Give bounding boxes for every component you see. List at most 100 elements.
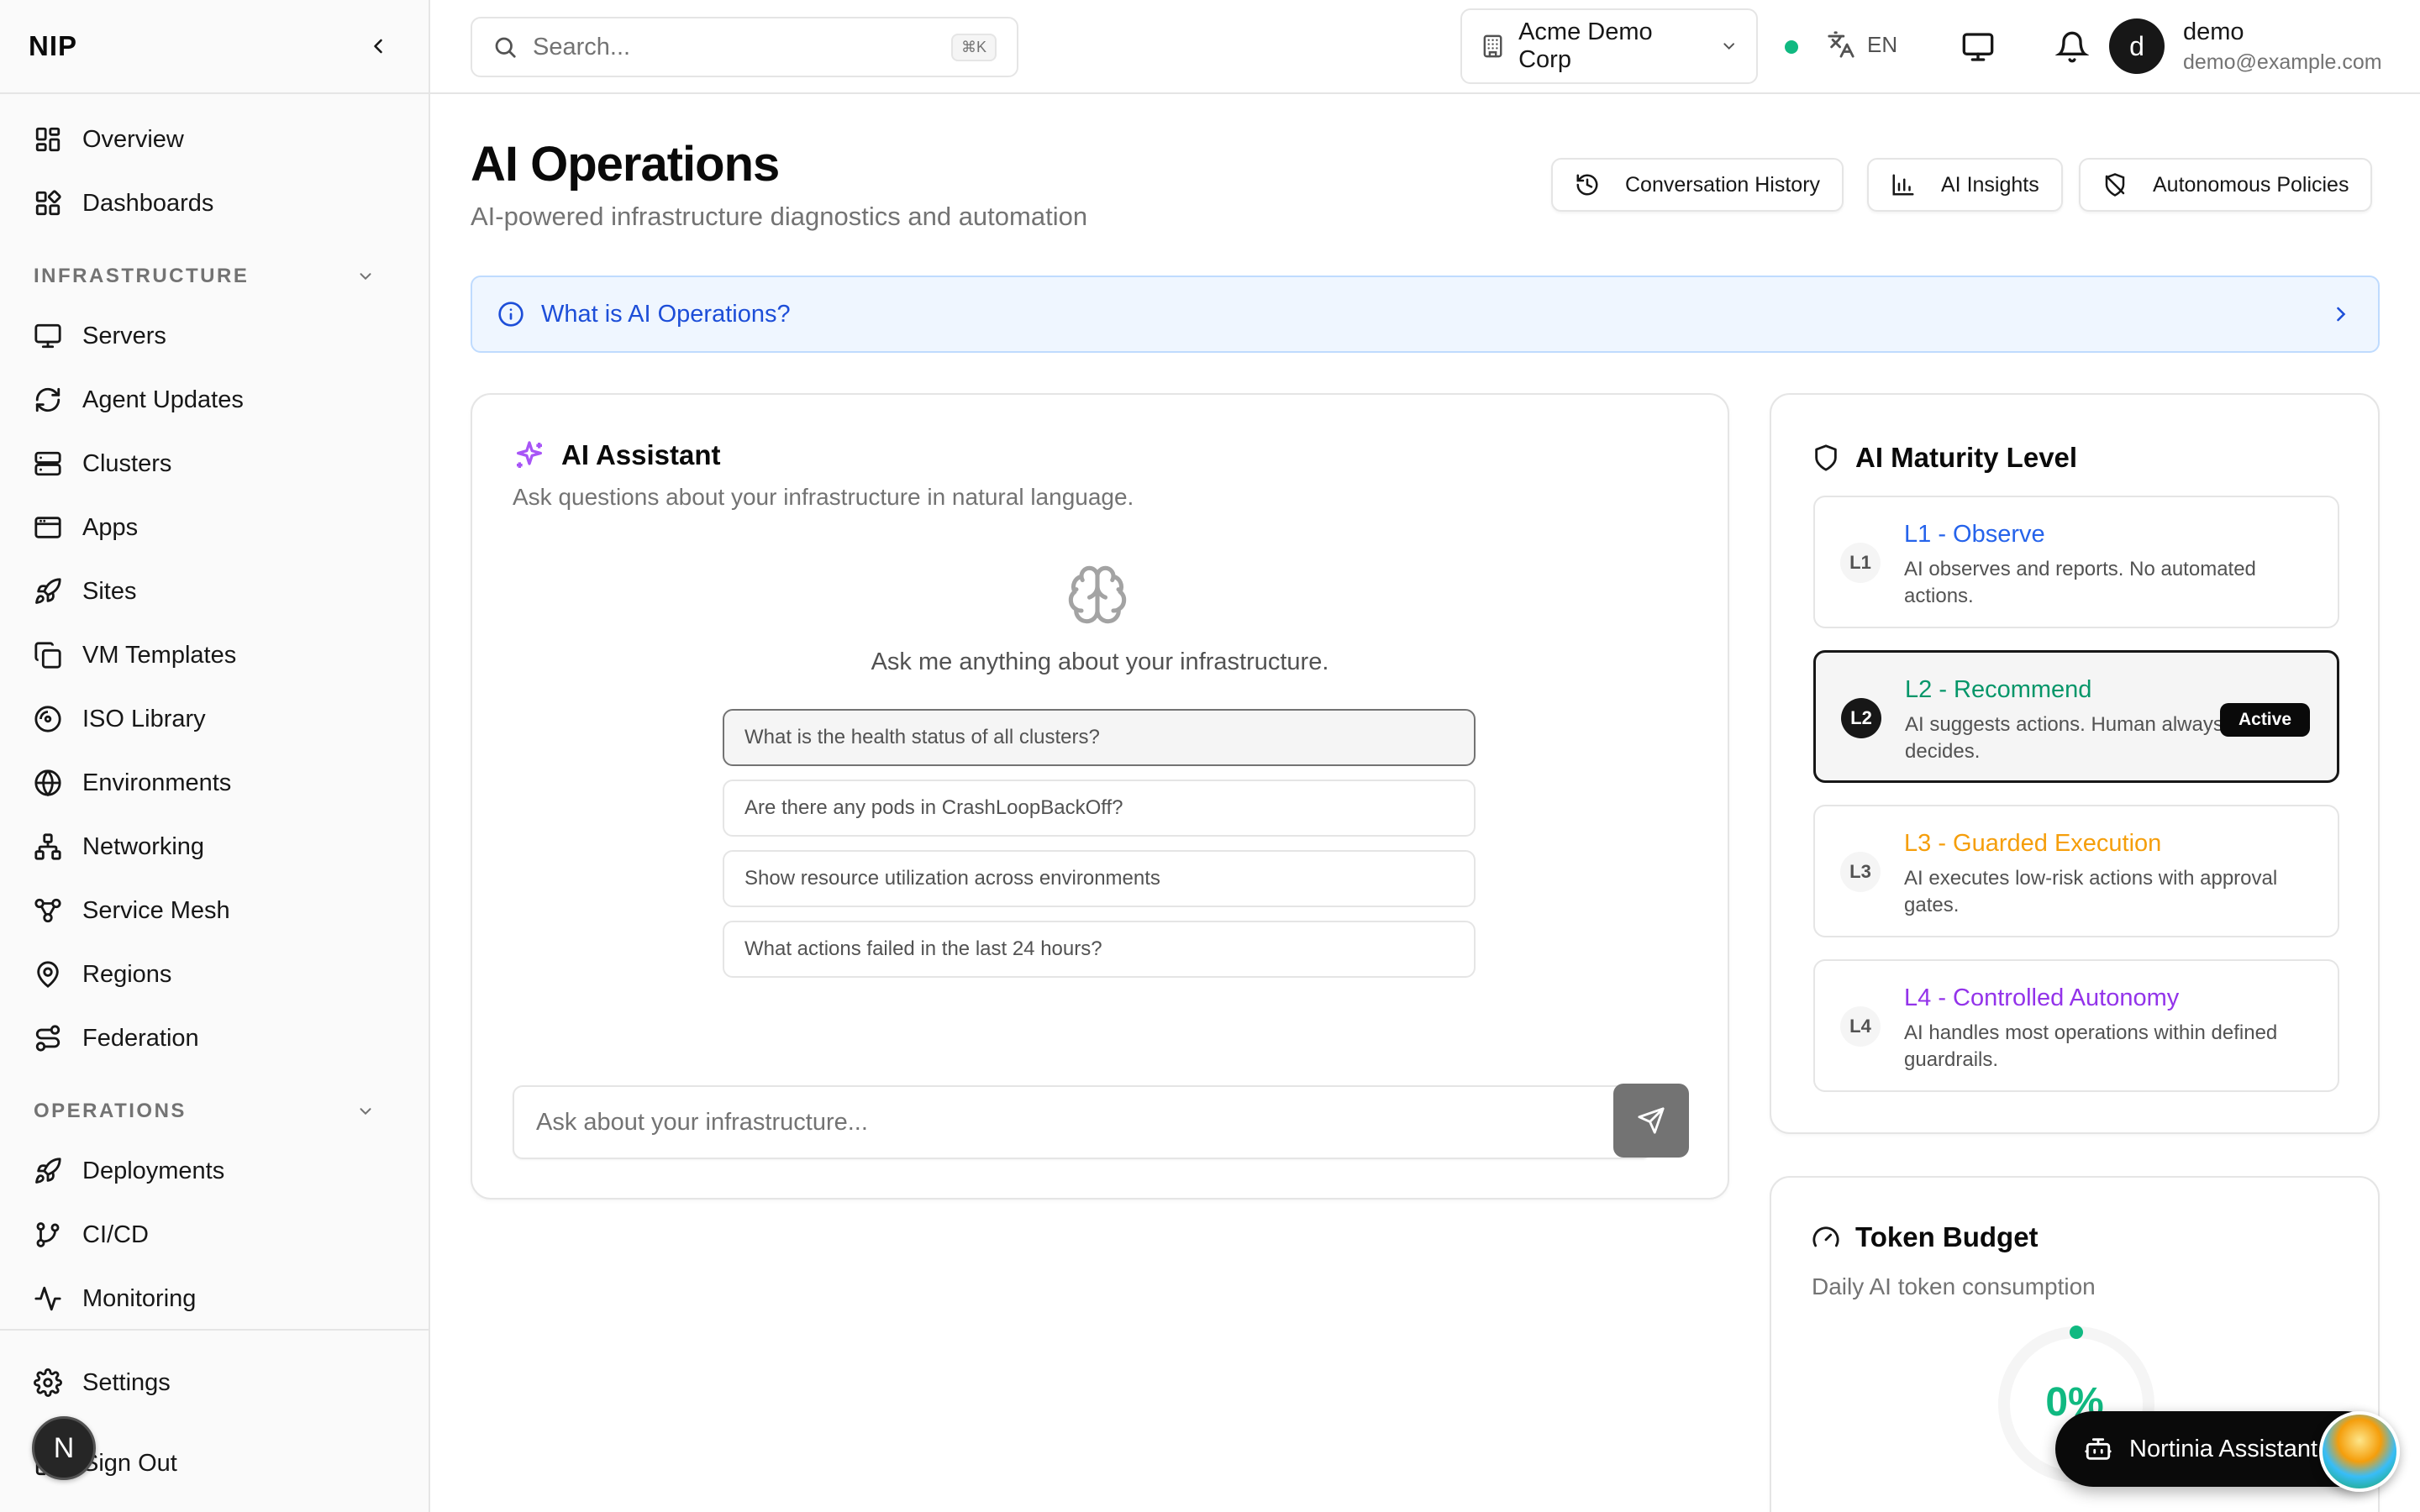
chat-input-placeholder: Ask about your infrastructure... xyxy=(536,1108,868,1136)
sidebar-item-overview[interactable]: Overview xyxy=(20,108,408,171)
ai-assistant-card: AI Assistant Ask questions about your in… xyxy=(471,393,1729,1200)
conversation-history-label: Conversation History xyxy=(1625,172,1821,197)
sidebar-item-cicd[interactable]: CI/CD xyxy=(20,1203,408,1267)
sidebar-item-dashboards[interactable]: Dashboards xyxy=(20,171,408,235)
monitor-theme-icon[interactable] xyxy=(1961,30,1995,64)
history-icon xyxy=(1576,174,1598,196)
user-name: demo xyxy=(2183,18,2244,45)
sidebar-item-vm-templates[interactable]: VM Templates xyxy=(20,623,408,687)
connection-status-dot xyxy=(1785,40,1798,54)
maturity-level-l1[interactable]: L1 L1 - Observe AI observes and reports.… xyxy=(1813,496,2339,628)
section-label: OPERATIONS xyxy=(34,1100,187,1122)
suggestion-button[interactable]: Are there any pods in CrashLoopBackOff? xyxy=(723,780,1476,837)
sidebar-item-label: Servers xyxy=(82,322,166,349)
send-icon xyxy=(1638,1107,1665,1134)
maturity-level-l2[interactable]: L2 L2 - Recommend AI suggests actions. H… xyxy=(1813,650,2339,783)
maturity-level-l3[interactable]: L3 L3 - Guarded Execution AI executes lo… xyxy=(1813,805,2339,937)
sidebar-item-apps[interactable]: Apps xyxy=(20,496,408,559)
sidebar-item-federation[interactable]: Federation xyxy=(20,1006,408,1070)
suggestion-button[interactable]: Show resource utilization across environ… xyxy=(723,850,1476,907)
languages-icon xyxy=(1828,31,1854,58)
level-description: AI executes low-risk actions with approv… xyxy=(1904,867,2278,916)
brain-icon xyxy=(1068,565,1127,624)
chevron-right-icon xyxy=(2337,307,2346,322)
user-avatar[interactable]: d xyxy=(2109,18,2165,74)
topbar: Search... ⌘K Acme Demo Corp EN d demo de… xyxy=(430,0,2420,94)
sidebar-header: NIP xyxy=(0,0,429,94)
empty-state-text: Ask me anything about your infrastructur… xyxy=(871,648,1329,675)
search-placeholder: Search... xyxy=(533,33,631,60)
sidebar-item-label: Monitoring xyxy=(82,1284,197,1312)
chat-input[interactable]: Ask about your infrastructure... xyxy=(513,1085,1652,1159)
map-pin-icon xyxy=(37,961,59,988)
suggestion-button[interactable]: What actions failed in the last 24 hours… xyxy=(723,921,1476,978)
level-badge: L1 xyxy=(1840,543,1881,583)
level-description: AI suggests actions. Human always decide… xyxy=(1905,713,2223,763)
sidebar-item-iso-library[interactable]: ISO Library xyxy=(20,687,408,751)
sidebar-item-label: ISO Library xyxy=(82,705,206,732)
ai-assistant-title: AI Assistant xyxy=(513,438,721,472)
page-subtitle: AI-powered infrastructure diagnostics an… xyxy=(471,202,1088,231)
ai-insights-button[interactable]: AI Insights xyxy=(1867,158,2063,212)
shield-icon xyxy=(1815,444,1837,471)
sidebar-item-networking[interactable]: Networking xyxy=(20,815,408,879)
conversation-history-button[interactable]: Conversation History xyxy=(1551,158,1844,212)
section-operations[interactable]: OPERATIONS xyxy=(20,1070,408,1139)
sidebar-item-servers[interactable]: Servers xyxy=(20,304,408,368)
assistant-avatar[interactable] xyxy=(2319,1411,2400,1492)
rocket-icon xyxy=(35,578,61,604)
sidebar-item-monitoring[interactable]: Monitoring xyxy=(20,1267,408,1331)
monitor-icon xyxy=(34,323,61,349)
org-selector[interactable]: Acme Demo Corp xyxy=(1460,8,1758,84)
gauge-icon xyxy=(1812,1226,1839,1247)
section-infrastructure[interactable]: INFRASTRUCTURE xyxy=(20,235,408,304)
brand-logo: NIP xyxy=(29,30,78,61)
bar-chart-icon xyxy=(1892,174,1914,196)
sidebar-item-label: Overview xyxy=(82,125,184,153)
sidebar-item-environments[interactable]: Environments xyxy=(20,751,408,815)
level-badge: L2 xyxy=(1841,698,1881,738)
sidebar-item-sites[interactable]: Sites xyxy=(20,559,408,623)
sidebar-item-label: Sites xyxy=(82,577,137,605)
nextjs-badge-avatar[interactable]: N xyxy=(32,1416,96,1480)
sign-out-label: Sign Out xyxy=(82,1449,177,1477)
bell-icon[interactable] xyxy=(2055,30,2089,64)
copy-icon xyxy=(34,642,61,669)
ai-assistant-title-text: AI Assistant xyxy=(561,439,721,470)
autonomous-policies-label: Autonomous Policies xyxy=(2153,172,2349,197)
settings-label: Settings xyxy=(82,1368,171,1396)
level-badge: L3 xyxy=(1840,852,1881,892)
what-is-ai-ops-banner[interactable]: What is AI Operations? xyxy=(471,276,2380,353)
suggestion-button[interactable]: What is the health status of all cluster… xyxy=(723,709,1476,766)
sidebar-item-label: Clusters xyxy=(82,449,172,477)
sidebar-item-label: Dashboards xyxy=(82,189,214,217)
search-input[interactable]: Search... ⌘K xyxy=(471,17,1018,77)
building-icon xyxy=(1483,34,1502,58)
globe-icon xyxy=(34,769,61,797)
chevron-left-icon xyxy=(374,39,382,54)
maturity-level-l4[interactable]: L4 L4 - Controlled Autonomy AI handles m… xyxy=(1813,959,2339,1092)
network-icon xyxy=(34,833,61,860)
language-switcher[interactable]: EN xyxy=(1827,30,1897,59)
user-email: demo@example.com xyxy=(2183,50,2382,74)
chevron-down-icon xyxy=(360,273,371,281)
collapse-sidebar-button[interactable] xyxy=(361,29,395,63)
token-budget-description: Daily AI token consumption xyxy=(1812,1273,2096,1299)
sidebar-item-agent-updates[interactable]: Agent Updates xyxy=(20,368,408,432)
token-budget-title-text: Token Budget xyxy=(1855,1221,2039,1252)
server-icon xyxy=(34,451,61,476)
workflow-icon xyxy=(34,898,61,923)
autonomous-policies-button[interactable]: Autonomous Policies xyxy=(2079,158,2373,212)
active-badge: Active xyxy=(2219,703,2310,737)
ai-assistant-description: Ask questions about your infrastructure … xyxy=(513,484,1134,510)
sidebar-item-label: Deployments xyxy=(82,1157,225,1184)
sidebar-item-service-mesh[interactable]: Service Mesh xyxy=(20,879,408,942)
layout-grid-icon xyxy=(35,190,61,216)
search-shortcut: ⌘K xyxy=(950,33,997,61)
sidebar-item-clusters[interactable]: Clusters xyxy=(20,432,408,496)
sidebar-item-deployments[interactable]: Deployments xyxy=(20,1139,408,1203)
send-button[interactable] xyxy=(1613,1084,1689,1158)
sidebar-item-settings[interactable]: Settings xyxy=(20,1351,408,1415)
sidebar-item-label: Regions xyxy=(82,960,172,988)
sidebar-item-regions[interactable]: Regions xyxy=(20,942,408,1006)
